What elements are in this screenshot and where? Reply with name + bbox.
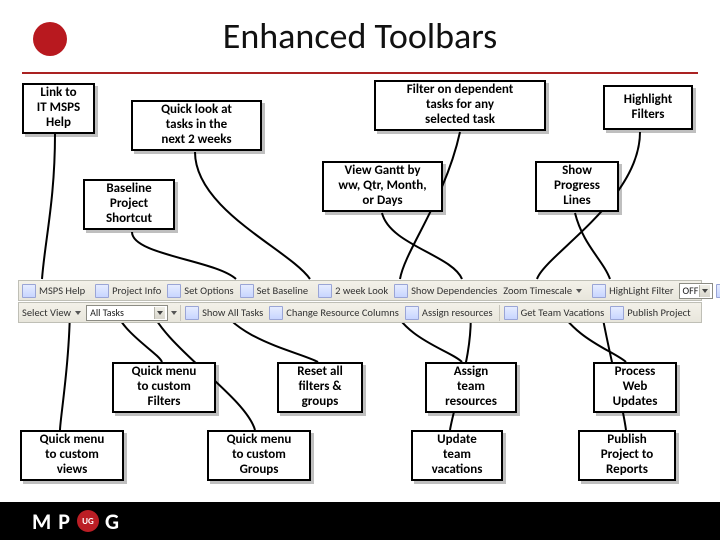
- logo-dot: UG: [77, 510, 99, 532]
- tb-label: 2 week Look: [335, 284, 388, 297]
- tb-set-options[interactable]: Set Options: [166, 284, 236, 298]
- callout-msps-help: Link to IT MSPS Help: [22, 83, 95, 134]
- tb-get-team-vacations[interactable]: Get Team Vacations: [503, 306, 608, 320]
- chevron-down-icon: [575, 287, 582, 294]
- callout-quick-menu-filters: Quick menu to custom Filters: [112, 362, 216, 413]
- progress-icon: [716, 284, 720, 298]
- logo-g: G: [105, 508, 120, 535]
- logo-p: P: [58, 508, 71, 535]
- callout-quick-look: Quick look at tasks in the next 2 weeks: [131, 100, 262, 151]
- tb-change-resource-columns[interactable]: Change Resource Columns: [268, 306, 402, 320]
- tb-value: OFF: [683, 284, 699, 297]
- toolbar-row-2: Select View All Tasks Show All Tasks Cha…: [18, 302, 702, 323]
- chevron-down-icon[interactable]: [170, 309, 177, 316]
- baseline-icon: [240, 284, 254, 298]
- tb-value: All Tasks: [90, 306, 124, 319]
- tb-highlight-filter-select[interactable]: OFF: [679, 283, 714, 299]
- callout-update-vacations: Update team vacations: [411, 430, 503, 481]
- callout-assign-team: Assign team resources: [425, 362, 517, 413]
- vacation-icon: [504, 306, 518, 320]
- callout-show-progress: Show Progress Lines: [535, 161, 619, 212]
- callout-highlight-filters: Highlight Filters: [603, 85, 693, 130]
- callout-quick-menu-groups: Quick menu to custom Groups: [207, 430, 311, 481]
- tb-set-baseline[interactable]: Set Baseline: [239, 284, 312, 298]
- calendar-icon: [318, 284, 332, 298]
- tb-label: Assign resources: [422, 306, 493, 319]
- user-icon: [405, 306, 419, 320]
- callout-filter-dependent: Filter on dependent tasks for any select…: [374, 80, 546, 131]
- tb-two-week-look[interactable]: 2 week Look: [317, 284, 391, 298]
- tb-filter-select[interactable]: All Tasks: [86, 305, 168, 321]
- tb-progress-lines[interactable]: Progress Lines: [715, 284, 720, 298]
- tb-label: Get Team Vacations: [521, 306, 605, 319]
- tb-select-view[interactable]: Select View: [21, 306, 84, 319]
- tb-msps-help[interactable]: MSPS Help: [21, 284, 88, 298]
- tb-label: Set Options: [184, 284, 233, 297]
- tb-label: Select View: [22, 306, 71, 319]
- tb-label: Project Info: [112, 284, 161, 297]
- tb-label: Zoom Timescale: [503, 284, 572, 297]
- callout-process-web: Process Web Updates: [593, 362, 677, 413]
- tb-show-all-tasks[interactable]: Show All Tasks: [184, 306, 266, 320]
- title-underline: [22, 72, 698, 74]
- help-icon: [22, 284, 36, 298]
- logo-m: M: [32, 508, 52, 535]
- tb-zoom-timescale[interactable]: Zoom Timescale: [502, 284, 585, 297]
- footer-logo-bar: M P UG G: [0, 502, 720, 540]
- slide-title: Enhanced Toolbars: [0, 14, 720, 58]
- tb-highlight-filter[interactable]: HighLight Filter: [591, 284, 676, 298]
- publish-icon: [610, 306, 624, 320]
- chevron-down-icon: [74, 309, 81, 316]
- tb-label: Set Baseline: [257, 284, 309, 297]
- tb-label: HighLight Filter: [609, 284, 673, 297]
- link-icon: [394, 284, 408, 298]
- info-icon: [95, 284, 109, 298]
- list-icon: [185, 306, 199, 320]
- tb-label: MSPS Help: [39, 284, 85, 297]
- callout-view-gantt: View Gantt by ww, Qtr, Month, or Days: [322, 161, 443, 212]
- tb-label: Show Dependencies: [411, 284, 497, 297]
- callout-reset-filters: Reset all filters & groups: [277, 362, 363, 413]
- callout-baseline: Baseline Project Shortcut: [83, 179, 175, 230]
- columns-icon: [269, 306, 283, 320]
- tb-label: Publish Project: [627, 306, 690, 319]
- tb-label: Change Resource Columns: [286, 306, 399, 319]
- tb-label: Show All Tasks: [202, 306, 263, 319]
- gear-icon: [167, 284, 181, 298]
- tb-publish-project[interactable]: Publish Project: [609, 306, 693, 320]
- highlight-icon: [592, 284, 606, 298]
- tb-show-dependencies[interactable]: Show Dependencies: [393, 284, 500, 298]
- tb-assign-resources[interactable]: Assign resources: [404, 306, 496, 320]
- tb-project-info[interactable]: Project Info: [94, 284, 164, 298]
- toolbar-row-1: MSPS Help Project Info Set Options Set B…: [18, 280, 702, 301]
- callout-quick-menu-views: Quick menu to custom views: [20, 430, 124, 481]
- callout-publish-reports: Publish Project to Reports: [578, 430, 676, 481]
